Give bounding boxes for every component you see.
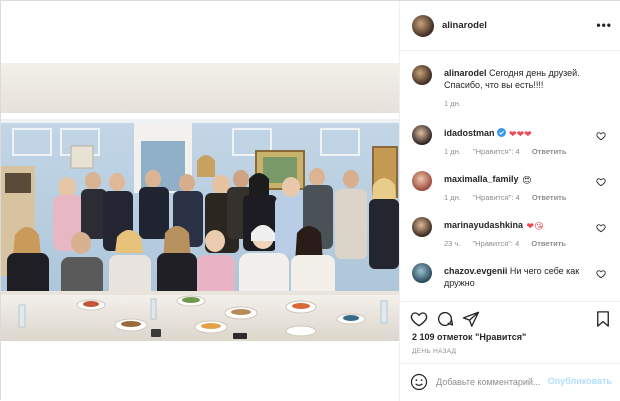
comment-likes[interactable]: "Нравится": 4: [473, 193, 520, 202]
action-bar: [400, 301, 620, 333]
comment-like-heart-icon[interactable]: [596, 131, 606, 141]
comment-emoji: 😍: [522, 175, 532, 185]
caption-text: alinarodel Сегодня день друзей. Спасибо,…: [444, 67, 592, 91]
commenter-avatar[interactable]: [412, 171, 432, 191]
bookmark-icon[interactable]: [594, 310, 612, 328]
comment-meta: 1 дн. "Нравится": 4 Ответить: [444, 147, 576, 156]
comments-list: alinarodel Сегодня день друзей. Спасибо,…: [400, 53, 620, 295]
commenter-avatar[interactable]: [412, 125, 432, 145]
comment-likes[interactable]: "Нравится": 4: [473, 147, 520, 156]
author-username[interactable]: alinarodel: [442, 20, 487, 31]
speech-bubble-icon[interactable]: [436, 310, 454, 328]
comment-emoji: ❤😘: [526, 221, 544, 231]
instagram-post-modal: alinarodel ••• alinarodel Сегодня день д…: [0, 0, 620, 401]
comment-like-heart-icon[interactable]: [596, 177, 606, 187]
comment-like-heart-icon[interactable]: [596, 269, 606, 279]
comment-emoji-hearts: ❤❤❤: [509, 129, 532, 139]
smiley-icon[interactable]: [410, 373, 428, 391]
caption-avatar[interactable]: [412, 65, 432, 85]
publish-button[interactable]: Опубликовать: [548, 376, 612, 386]
author-avatar[interactable]: [412, 15, 434, 37]
likes-count[interactable]: 2 109 отметок "Нравится": [412, 332, 526, 342]
commenter-avatar[interactable]: [412, 217, 432, 237]
commenter-avatar[interactable]: [412, 263, 432, 283]
reply-button[interactable]: Ответить: [532, 147, 567, 156]
post-header: alinarodel •••: [400, 1, 620, 51]
caption-time[interactable]: 1 дн.: [444, 99, 461, 108]
heart-outline-icon[interactable]: [410, 310, 428, 328]
commenter-username[interactable]: chazov.evgenii: [444, 266, 507, 276]
reply-button[interactable]: Ответить: [532, 193, 567, 202]
reply-button[interactable]: Ответить: [531, 239, 566, 248]
comment-text: marinayudashkina ❤😘: [444, 219, 592, 232]
comment-input[interactable]: [436, 374, 556, 390]
post-time[interactable]: ДЕНЬ НАЗАД: [412, 348, 456, 355]
verified-badge-icon: [496, 128, 506, 137]
comment-time[interactable]: 23 ч.: [444, 239, 460, 248]
caption-meta: 1 дн.: [444, 99, 471, 108]
comment-like-heart-icon[interactable]: [596, 223, 606, 233]
paper-plane-icon[interactable]: [462, 310, 480, 328]
more-dots-icon[interactable]: •••: [596, 18, 612, 32]
comment-text: chazov.evgenii Ни чего себе как дружно: [444, 265, 592, 289]
comment-time[interactable]: 1 дн.: [444, 193, 461, 202]
likes-number: 2 109: [412, 332, 435, 342]
commenter-username[interactable]: maximalla_family: [444, 174, 519, 184]
comment-meta: 1 дн. "Нравится": 4 Ответить: [444, 193, 576, 202]
group-photo-illustration: [1, 63, 399, 341]
likes-label: отметок "Нравится": [437, 332, 527, 342]
post-details-panel: alinarodel ••• alinarodel Сегодня день д…: [399, 1, 620, 401]
comment-text: maximalla_family 😍: [444, 173, 592, 186]
caption-username[interactable]: alinarodel: [444, 68, 487, 78]
commenter-username[interactable]: marinayudashkina: [444, 220, 523, 230]
commenter-username[interactable]: idadostman: [444, 128, 495, 138]
add-comment-bar: Опубликовать: [400, 363, 620, 401]
post-photo[interactable]: [1, 1, 399, 401]
comment-text: idadostman ❤❤❤: [444, 127, 592, 140]
comment-time[interactable]: 1 дн.: [444, 147, 461, 156]
comment-likes[interactable]: "Нравится": 4: [473, 239, 520, 248]
comment-meta: 23 ч. "Нравится": 4 Ответить: [444, 239, 576, 248]
